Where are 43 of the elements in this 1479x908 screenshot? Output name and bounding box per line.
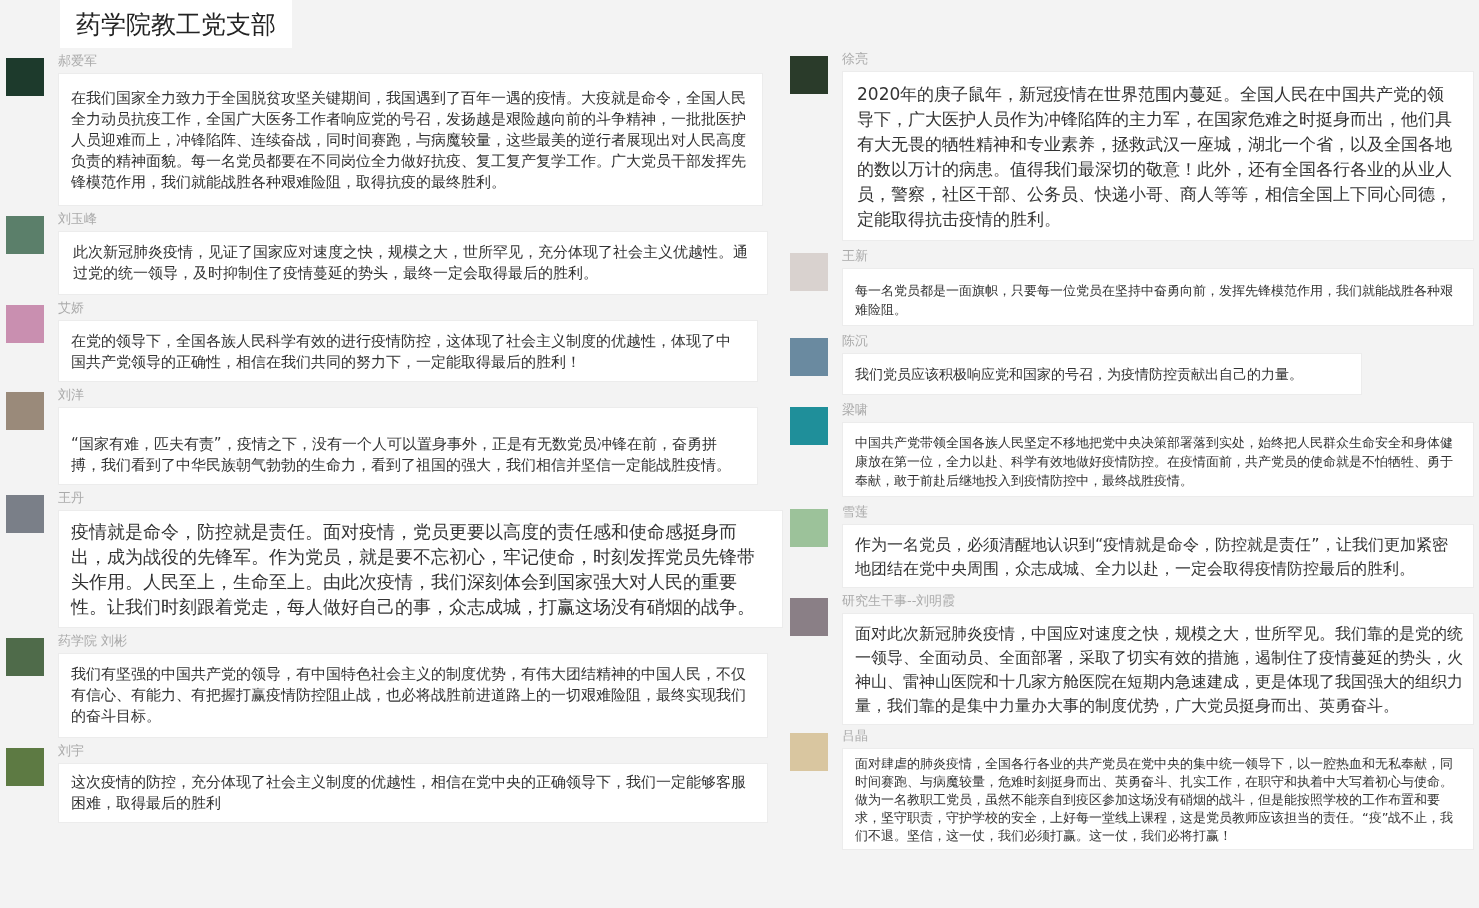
sender-name: 吕晶: [842, 727, 869, 744]
avatar-photo-placeholder: [790, 56, 828, 94]
avatar-photo-placeholder: [790, 407, 828, 445]
message-bubble: 中国共产党带领全国各族人民坚定不移地把党中央决策部署落到实处，始终把人民群众生命安全和身体健康放在第一位，全力以赴、科学有效地做好疫情防控。在疫情面前，共产党员的使命就是不怕牺牲、勇于奉献，敢于前赴后继地投入到疫情防控中，最终战胜疫情。: [842, 422, 1474, 497]
avatar-photo-placeholder: [790, 509, 828, 547]
avatar-photo-placeholder: [6, 58, 44, 96]
avatar-photo-placeholder: [6, 305, 44, 343]
message-bubble: 2020年的庚子鼠年，新冠疫情在世界范围内蔓延。全国人民在中国共产党的领导下，广大医护人员作为冲锋陷阵的主力军，在国家危难之时挺身而出，他们具有大无畏的牺牲精神和专业素养，拯救武汉一座城，湖北一个省，以及全国各地的数以万计的病患。值得我们最深切的敬意！此外，还有全国各行各业的从业人员，警察，社区干部、公务员、快递小哥、商人等等，相信全国上下同心同德，定能取得抗击疫情的胜利。: [842, 71, 1474, 241]
sender-name: 药学院 刘彬: [58, 632, 129, 649]
message-bubble: 我们有坚强的中国共产党的领导，有中国特色社会主义的制度优势，有伟大团结精神的中国人民，不仅有信心、有能力、有把握打赢疫情防控阻止战，也必将战胜前进道路上的一切艰难险阻，最终实现我们的奋斗目标。: [58, 653, 768, 738]
message-bubble: 我们党员应该积极响应党和国家的号召，为疫情防控贡献出自己的力量。: [842, 353, 1362, 395]
avatar-photo-placeholder: [6, 392, 44, 430]
sender-name: 刘玉峰: [58, 210, 98, 227]
message-bubble: 疫情就是命令，防控就是责任。面对疫情，党员更要以高度的责任感和使命感挺身而出，成为战役的先锋军。作为党员，就是要不忘初心，牢记使命，时刻发挥党员先锋带头作用。人民至上，生命至上。由此次疫情，我们深刻体会到国家强大对人民的重要性。让我们时刻跟着党走，每人做好自己的事，众志成城，打赢这场没有硝烟的战争。: [58, 510, 783, 628]
chat-title: 药学院教工党支部: [60, 0, 292, 48]
message-bubble: 面对此次新冠肺炎疫情，中国应对速度之快，规模之大，世所罕见。我们靠的是党的统一领导、全面动员、全面部署，采取了切实有效的措施，遏制住了疫情蔓延的势头，火神山、雷神山医院和十几家方舱医院在短期内急速建成，更是体现了我国强大的组织力量，我们靠的是集中力量办大事的制度优势，广大党员挺身而出、英勇奋斗。: [842, 613, 1474, 725]
message-bubble: 作为一名党员，必须清醒地认识到“疫情就是命令，防控就是责任”，让我们更加紧密地团结在党中央周围，众志成城、全力以赴，一定会取得疫情防控最后的胜利。: [842, 524, 1474, 588]
message-bubble: 这次疫情的防控，充分体现了社会主义制度的优越性，相信在党中央的正确领导下，我们一定能够客服困难，取得最后的胜利: [58, 763, 768, 823]
sender-name: 陈沉: [842, 332, 869, 349]
message-bubble: 面对肆虐的肺炎疫情，全国各行各业的共产党员在党中央的集中统一领导下，以一腔热血和无私奉献，同时间赛跑、与病魔较量，危难时刻挺身而出、英勇奋斗、扎实工作，在职守和执着中大写着初心与使命。做为一名教职工党员，虽然不能亲自到疫区参加这场没有硝烟的战斗，但是能按照学校的工作布置和要求，坚守职责，守护学校的安全，上好每一堂线上课程，这是党员教师应该担当的责任。“疫”战不止，我们不退。坚信，这一仗，我们必须打赢。这一仗，我们必将打赢！: [842, 748, 1474, 850]
avatar-photo-placeholder: [790, 733, 828, 771]
message-bubble: “国家有难，匹夫有责”，疫情之下，没有一个人可以置身事外，正是有无数党员冲锋在前，奋勇拼搏，我们看到了中华民族朝气勃勃的生命力，看到了祖国的强大，我们相信并坚信一定能战胜疫情。: [58, 407, 758, 485]
sender-name: 郝爱军: [58, 52, 98, 69]
avatar-photo-placeholder: [6, 748, 44, 786]
sender-name: 徐亮: [842, 50, 869, 67]
avatar-photo-placeholder: [6, 216, 44, 254]
avatar-photo-placeholder: [790, 253, 828, 291]
sender-name: 王丹: [58, 489, 85, 506]
message-bubble: 在我们国家全力致力于全国脱贫攻坚关键期间，我国遇到了百年一遇的疫情。大疫就是命令，全国人民全力动员抗疫工作，全国广大医务工作者响应党的号召，发扬越是艰险越向前的斗争精神，一批批医护人员迎难而上，冲锋陷阵、连续奋战，同时间赛跑，与病魔较量，这些最美的逆行者展现出对人民高度负责的精神面貌。每一名党员都要在不同岗位全力做好抗疫、复工复产复学工作。广大党员干部发挥先锋模范作用，我们就能战胜各种艰难险阻，取得抗疫的最终胜利。: [58, 73, 763, 206]
avatar-photo-placeholder: [790, 598, 828, 636]
avatar-photo-placeholder: [6, 495, 44, 533]
sender-name: 艾娇: [58, 299, 85, 316]
sender-name: 王新: [842, 247, 869, 264]
sender-name: 研究生干事--刘明霞: [842, 592, 957, 609]
message-bubble: 每一名党员都是一面旗帜，只要每一位党员在坚持中奋勇向前，发挥先锋模范作用，我们就能战胜各种艰难险阻。: [842, 268, 1474, 326]
avatar-photo-placeholder: [6, 638, 44, 676]
sender-name: 梁啸: [842, 401, 869, 418]
avatar-photo-placeholder: [790, 338, 828, 376]
sender-name: 刘洋: [58, 386, 85, 403]
message-bubble: 此次新冠肺炎疫情，见证了国家应对速度之快，规模之大，世所罕见，充分体现了社会主义优越性。通过党的统一领导，及时抑制住了疫情蔓延的势头，最终一定会取得最后的胜利。: [58, 231, 768, 295]
sender-name: 雪莲: [842, 503, 869, 520]
message-bubble: 在党的领导下，全国各族人民科学有效的进行疫情防控，这体现了社会主义制度的优越性，体现了中国共产党领导的正确性，相信在我们共同的努力下，一定能取得最后的胜利！: [58, 320, 758, 382]
sender-name: 刘宇: [58, 742, 85, 759]
